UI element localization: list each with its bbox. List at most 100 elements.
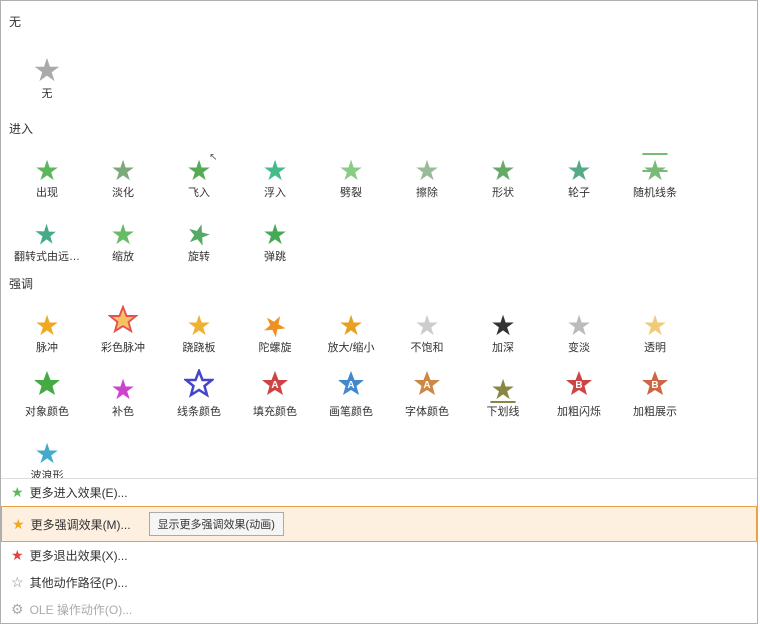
item-fly-in[interactable]: ★↖ 飞入 xyxy=(161,141,237,205)
item-color-pulse[interactable]: 彩色脉冲 xyxy=(85,296,161,360)
item-shape[interactable]: ★ 形状 xyxy=(465,141,541,205)
bold-flash-icon: B xyxy=(564,369,594,404)
item-font-color[interactable]: A 字体颜色 xyxy=(389,360,465,424)
emphasize-section: 强调 ★ 脉冲 彩色脉冲 ★ 跷跷板 xyxy=(9,275,749,478)
motion-path-label: 其他动作路径(P)... xyxy=(30,574,128,591)
animation-scroll-area[interactable]: 无 ★ 无 进入 ★ 出现 ★ 淡化 xyxy=(1,1,757,478)
item-split[interactable]: ★ 劈裂 xyxy=(313,141,389,205)
more-enter-icon: ★ xyxy=(11,484,24,501)
show-more-emphasize-button[interactable]: 显示更多强调效果(动画) xyxy=(149,512,284,536)
emphasize-section-label: 强调 xyxy=(9,275,749,292)
ole-action-icon: ⚙ xyxy=(11,601,24,618)
rotate-label: 旋转 xyxy=(188,251,210,264)
menu-motion-path[interactable]: ☆ 其他动作路径(P)... xyxy=(1,569,757,596)
none-icon: ★ xyxy=(33,54,62,86)
item-bold-flash[interactable]: B 加粗闪烁 xyxy=(541,360,617,424)
fly-in-label: 飞入 xyxy=(188,187,210,200)
menu-more-emphasize[interactable]: ★ 更多强调效果(M)... 显示更多强调效果(动画) xyxy=(1,506,757,542)
item-zoom[interactable]: ★ 缩放 xyxy=(85,205,161,269)
item-underline[interactable]: ★ 下划线 xyxy=(465,360,541,424)
enter-section: 进入 ★ 出现 ★ 淡化 ★↖ 飞入 ★ 浮入 xyxy=(9,120,749,269)
underline-icon: ★ xyxy=(490,376,515,404)
grow-shrink-icon: ★ xyxy=(338,312,363,340)
complementary-icon: ★ xyxy=(110,376,135,404)
item-fade[interactable]: ★ 淡化 xyxy=(85,141,161,205)
menu-more-exit[interactable]: ★ 更多退出效果(X)... xyxy=(1,542,757,569)
random-line-label: 随机线条 xyxy=(633,187,677,200)
item-teeter[interactable]: ★ 跷跷板 xyxy=(161,296,237,360)
item-spin[interactable]: ★ 陀螺旋 xyxy=(237,296,313,360)
more-emphasize-icon: ★ xyxy=(12,516,25,533)
enter-items-grid: ★ 出现 ★ 淡化 ★↖ 飞入 ★ 浮入 ★ xyxy=(9,141,749,269)
emphasize-items-grid: ★ 脉冲 彩色脉冲 ★ 跷跷板 ★ xyxy=(9,296,749,478)
item-brush-color[interactable]: A 画笔颜色 xyxy=(313,360,389,424)
wave-label: 波浪形 xyxy=(31,470,64,478)
item-none[interactable]: ★ 无 xyxy=(9,34,85,106)
item-flip-far[interactable]: ★ 翻转式由远… xyxy=(9,205,85,269)
transparent-icon: ★ xyxy=(642,312,667,340)
menu-more-enter[interactable]: ★ 更多进入效果(E)... xyxy=(1,479,757,506)
teeter-label: 跷跷板 xyxy=(183,342,216,355)
svg-text:B: B xyxy=(651,380,658,391)
item-wheel[interactable]: ★ 轮子 xyxy=(541,141,617,205)
item-fill-color[interactable]: A 填充颜色 xyxy=(237,360,313,424)
item-grow-shrink[interactable]: ★ 放大/缩小 xyxy=(313,296,389,360)
shape-icon: ★ xyxy=(490,157,515,185)
item-lighten[interactable]: ★ 变淡 xyxy=(541,296,617,360)
fade-label: 淡化 xyxy=(112,187,134,200)
item-appear[interactable]: ★ 出现 xyxy=(9,141,85,205)
enter-section-label: 进入 xyxy=(9,120,749,137)
item-erase[interactable]: ★ 擦除 xyxy=(389,141,465,205)
item-bold-reveal[interactable]: B 加粗展示 xyxy=(617,360,693,424)
svg-text:A: A xyxy=(347,380,354,391)
animation-panel: 无 ★ 无 进入 ★ 出现 ★ 淡化 xyxy=(0,0,758,624)
svg-text:A: A xyxy=(423,380,430,391)
lighten-icon: ★ xyxy=(566,312,591,340)
fill-color-icon: A xyxy=(260,369,290,404)
split-icon: ★ xyxy=(338,157,363,185)
transparent-label: 透明 xyxy=(644,342,666,355)
flip-far-label: 翻转式由远… xyxy=(14,251,80,264)
flip-far-icon: ★ xyxy=(34,219,58,250)
line-color-label: 线条颜色 xyxy=(177,406,221,419)
desaturate-label: 不饱和 xyxy=(411,342,444,355)
fade-icon: ★ xyxy=(110,157,135,185)
item-rotate[interactable]: ★ 旋转 xyxy=(161,205,237,269)
item-object-color[interactable]: 对象颜色 xyxy=(9,360,85,424)
font-color-label: 字体颜色 xyxy=(405,406,449,419)
item-bounce[interactable]: ★ 弹跳 xyxy=(237,205,313,269)
erase-icon: ★ xyxy=(414,157,439,185)
more-emphasize-label: 更多强调效果(M)... xyxy=(31,516,131,533)
grow-shrink-label: 放大/缩小 xyxy=(327,342,374,355)
font-color-icon: A xyxy=(412,369,442,404)
complementary-label: 补色 xyxy=(112,406,134,419)
float-in-label: 浮入 xyxy=(264,187,286,200)
fly-in-icon: ★↖ xyxy=(186,157,211,185)
brush-color-label: 画笔颜色 xyxy=(329,406,373,419)
color-pulse-label: 彩色脉冲 xyxy=(101,342,145,355)
item-wave[interactable]: ★ 波浪形 xyxy=(9,424,85,478)
svg-text:A: A xyxy=(271,380,278,391)
rotate-icon: ★ xyxy=(183,218,215,252)
more-exit-icon: ★ xyxy=(11,547,24,564)
item-random-line[interactable]: ★ 随机线条 xyxy=(617,141,693,205)
item-float-in[interactable]: ★ 浮入 xyxy=(237,141,313,205)
item-transparent[interactable]: ★ 透明 xyxy=(617,296,693,360)
none-items-grid: ★ 无 xyxy=(9,34,749,106)
item-desaturate[interactable]: ★ 不饱和 xyxy=(389,296,465,360)
ole-action-label: OLE 操作动作(O)... xyxy=(30,601,133,618)
more-exit-label: 更多退出效果(X)... xyxy=(30,547,128,564)
object-color-icon xyxy=(32,369,62,404)
none-section: 无 ★ 无 xyxy=(9,7,749,116)
float-in-icon: ★ xyxy=(262,157,287,185)
item-darken[interactable]: ★ 加深 xyxy=(465,296,541,360)
erase-label: 擦除 xyxy=(416,187,438,200)
color-pulse-icon xyxy=(108,305,138,340)
wheel-icon: ★ xyxy=(566,157,591,185)
item-pulse[interactable]: ★ 脉冲 xyxy=(9,296,85,360)
item-line-color[interactable]: 线条颜色 xyxy=(161,360,237,424)
line-color-icon xyxy=(184,369,214,404)
bold-reveal-label: 加粗展示 xyxy=(633,406,677,419)
zoom-icon: ★ xyxy=(110,221,135,249)
item-complementary[interactable]: ★ 补色 xyxy=(85,360,161,424)
